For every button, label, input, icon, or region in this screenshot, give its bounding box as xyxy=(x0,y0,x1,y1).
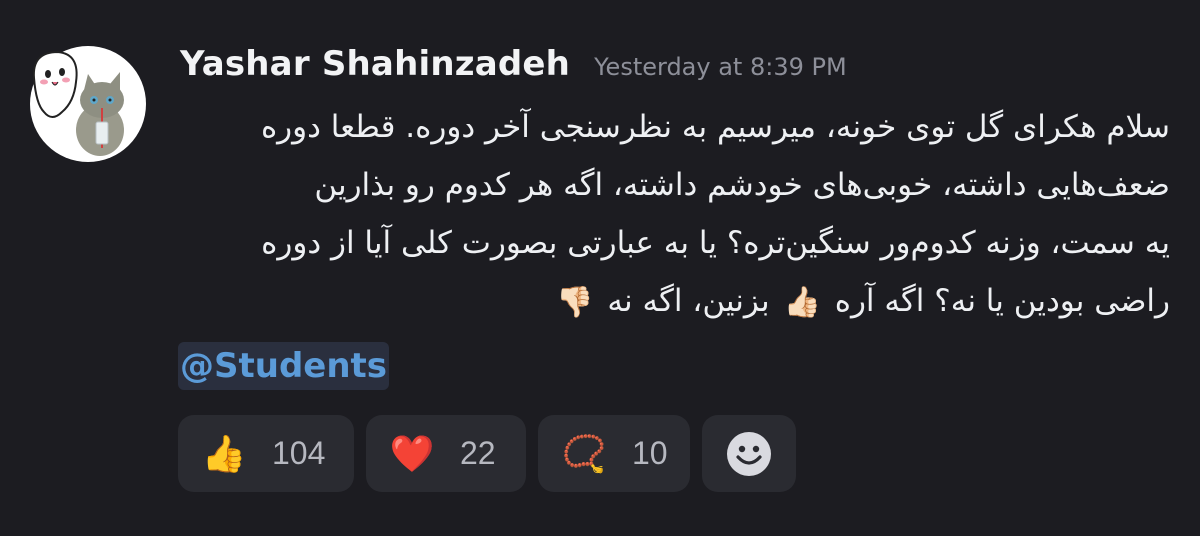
heart-icon: ❤️ xyxy=(389,433,435,475)
thumbs-down-emoji-icon: 👎🏻 xyxy=(556,284,594,320)
reaction-count: 22 xyxy=(460,435,496,471)
reaction-count: 10 xyxy=(632,435,668,471)
message-text: راضی بودین یا نه؟ اگه آره xyxy=(834,283,1170,319)
smile-icon xyxy=(727,431,771,476)
message-line: یه سمت، وزنه کدوم‌ور سنگین‌تره؟ یا به عب… xyxy=(261,225,1170,261)
thumbs-up-icon: 👍 xyxy=(201,433,247,475)
reaction-prayer-beads[interactable]: 📿 10 xyxy=(538,415,690,492)
timestamp[interactable]: Yesterday at 8:39 PM xyxy=(594,53,847,81)
ghost-cat-avatar-icon xyxy=(30,46,146,162)
message-line: راضی بودین یا نه؟ اگه آره 👍🏻 بزنین، اگه … xyxy=(170,272,1170,332)
message-text: بزنین، اگه نه xyxy=(607,283,770,319)
reactions-bar: 👍 104 ❤️ 22 📿 10 xyxy=(178,415,796,492)
thumbs-up-emoji-icon: 👍🏻 xyxy=(783,284,821,320)
prayer-beads-icon: 📿 xyxy=(561,433,607,475)
reaction-count: 104 xyxy=(272,435,326,471)
message-line: ضعف‌هایی داشته، خوبی‌های خودشم داشته، اگ… xyxy=(314,167,1170,203)
reaction-thumbs-up[interactable]: 👍 104 xyxy=(178,415,354,492)
message-body: سلام هکرای گل توی خونه، میرسیم به نظرسنج… xyxy=(170,98,1170,332)
reaction-heart[interactable]: ❤️ 22 xyxy=(366,415,526,492)
message-line: سلام هکرای گل توی خونه، میرسیم به نظرسنج… xyxy=(260,109,1170,145)
add-reaction-button[interactable] xyxy=(702,415,796,492)
avatar[interactable] xyxy=(22,38,150,166)
role-mention[interactable]: @Students xyxy=(178,342,390,390)
username[interactable]: Yashar Shahinzadeh xyxy=(180,44,570,84)
message-header: Yashar Shahinzadeh Yesterday at 8:39 PM xyxy=(180,44,847,94)
